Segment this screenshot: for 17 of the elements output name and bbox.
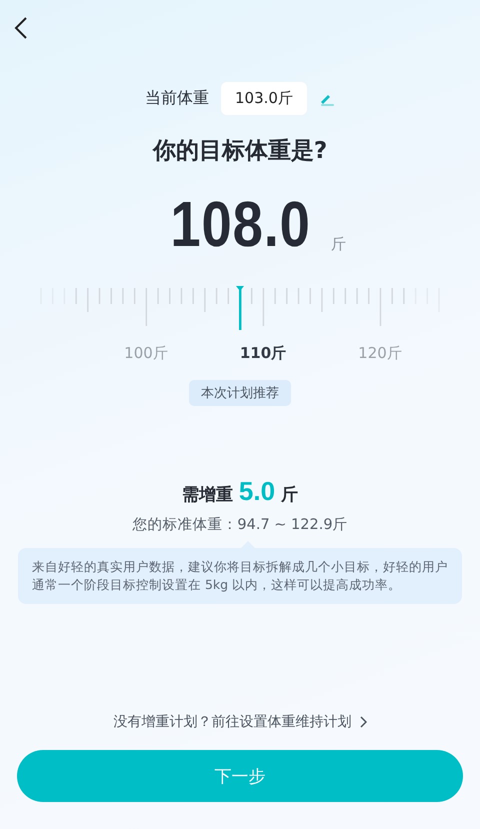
ruler-label: 120斤 <box>358 344 402 363</box>
current-weight-label: 当前体重 <box>145 88 210 109</box>
ruler-label: 100斤 <box>124 344 168 363</box>
standard-weight-text: 您的标准体重：94.7 ~ 122.9斤 <box>132 516 348 534</box>
target-weight-value: 108.0 <box>170 192 311 256</box>
current-weight-value[interactable]: 103.0斤 <box>221 82 307 115</box>
chevron-icon <box>360 716 366 728</box>
ruler-label: 110斤 <box>240 344 286 363</box>
gain-unit: 斤 <box>281 484 298 506</box>
gain-value: 5.0 <box>238 476 276 507</box>
recommend-tag: 本次计划推荐 <box>189 380 291 406</box>
page-title: 你的目标体重是? <box>152 137 328 166</box>
maintain-plan-link[interactable]: 没有增重计划？前往设置体重维持计划 <box>108 712 372 732</box>
gain-label: 需增重 <box>182 484 233 506</box>
target-weight-unit: 斤 <box>331 235 346 254</box>
back-icon <box>14 16 28 40</box>
ruler-pointer[interactable] <box>235 286 245 330</box>
